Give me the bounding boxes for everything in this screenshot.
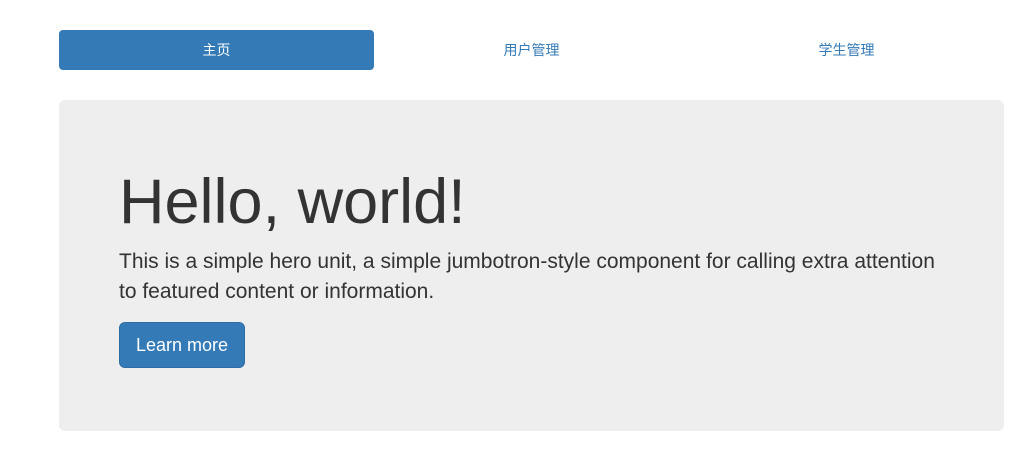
learn-more-button[interactable]: Learn more	[119, 322, 246, 368]
hero-text: This is a simple hero unit, a simple jum…	[119, 250, 935, 303]
nav-item-student-management[interactable]: 学生管理	[689, 30, 1004, 70]
nav-item-home[interactable]: 主页	[59, 30, 374, 70]
jumbotron: Hello, world! This is a simple hero unit…	[59, 100, 1004, 431]
nav-item-user-management[interactable]: 用户管理	[374, 30, 689, 70]
hero-heading: Hello, world!	[119, 167, 466, 237]
nav-pills: 主页 用户管理 学生管理	[59, 30, 1004, 70]
